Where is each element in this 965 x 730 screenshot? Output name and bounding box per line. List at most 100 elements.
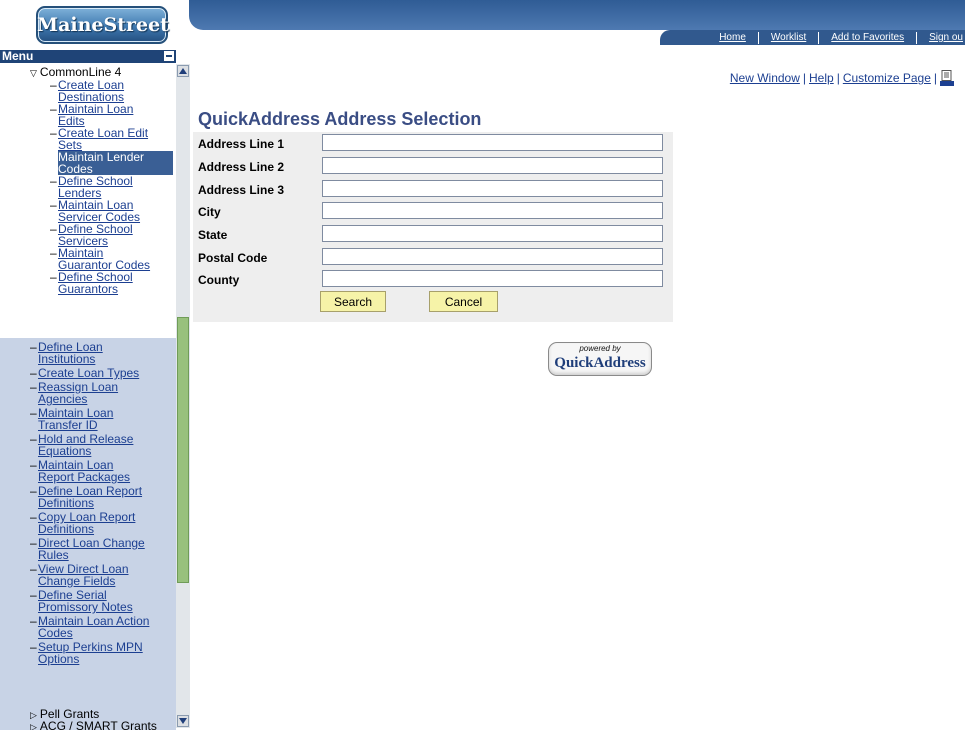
menu-item-dash: –	[30, 366, 37, 380]
menu-item-label: Definitions	[38, 496, 95, 510]
menu-item-dash: –	[50, 222, 57, 236]
menu-item-dash: –	[50, 174, 57, 188]
nav-home-link[interactable]: Home	[707, 32, 758, 43]
address-line-3-input[interactable]	[322, 180, 663, 197]
menu-item-dash: –	[30, 510, 37, 524]
form-row: Address Line 2	[193, 157, 673, 175]
menu-item[interactable]: – Reassign Loan Agencies	[30, 381, 175, 406]
menu-item[interactable]: – Define Serial Promissory Notes	[30, 589, 175, 614]
menu-folder-label: CommonLine 4	[39, 65, 122, 79]
new-window-link[interactable]: New Window	[730, 71, 800, 85]
postal-code-input[interactable]	[322, 248, 663, 265]
menu-item-dash: –	[30, 536, 37, 550]
menu-item[interactable]: – Define School Servicers	[50, 223, 173, 247]
field-label: County	[198, 273, 240, 287]
expanded-triangle-icon: ▽	[30, 68, 37, 78]
state-input[interactable]	[322, 225, 663, 242]
page-title: QuickAddress Address Selection	[198, 109, 482, 129]
menu-item-dash: –	[50, 126, 57, 140]
menu-item-label: Codes	[38, 626, 73, 640]
menu-item[interactable]: – Maintain Loan Report Packages	[30, 459, 175, 484]
scroll-down-arrow-icon[interactable]	[177, 715, 189, 727]
menu-item-label: Create Loan Types	[38, 366, 140, 380]
menu-item[interactable]: – Maintain Loan Servicer Codes	[50, 199, 173, 223]
form-row: State	[193, 225, 673, 243]
form-row: County	[193, 270, 673, 288]
menu-item[interactable]: – Maintain Guarantor Codes	[50, 247, 173, 271]
collapsed-triangle-icon: ▷	[30, 710, 37, 720]
menu-item-label: Agencies	[38, 392, 88, 406]
scroll-up-arrow-icon[interactable]	[177, 65, 189, 77]
help-link[interactable]: Help	[809, 71, 834, 85]
form-row: Postal Code	[193, 248, 673, 266]
menu-item[interactable]: – Define Loan Institutions	[30, 341, 175, 366]
menu-item-dash: –	[50, 150, 57, 164]
field-label: City	[198, 205, 221, 219]
menu-item-dash: –	[50, 246, 57, 260]
menu-item-dash: –	[30, 484, 37, 498]
menu-item-label: Definitions	[38, 522, 95, 536]
form-row: City	[193, 202, 673, 220]
address-line-1-input[interactable]	[322, 134, 663, 151]
menu-item[interactable]: – View Direct Loan Change Fields	[30, 563, 175, 588]
field-label: Postal Code	[198, 251, 268, 265]
menu-item-label: Transfer ID	[38, 418, 98, 432]
address-form: Address Line 1 Address Line 2 Address Line…	[193, 132, 673, 322]
menu-folder[interactable]: ▷ ACG / SMART Grants	[30, 720, 157, 730]
menu-item-label: Report Packages	[38, 470, 131, 484]
address-line-2-input[interactable]	[322, 157, 663, 174]
customize-page-link[interactable]: Customize Page	[843, 71, 931, 85]
menu-item-label: Promissory Notes	[38, 600, 133, 614]
powered-by-quickaddress-logo: powered by QuickAddress	[548, 342, 652, 376]
menu-item-label: Equations	[38, 444, 92, 458]
menu-item[interactable]: – Maintain Loan Transfer ID	[30, 407, 175, 432]
logo-text: MaineStreet	[37, 14, 169, 36]
menu-item[interactable]: – Maintain Lender Codes	[50, 151, 173, 175]
cancel-button[interactable]: Cancel	[429, 291, 498, 312]
menu-item-dash: –	[30, 340, 37, 354]
menu-title: Menu	[2, 50, 34, 63]
field-label: State	[198, 228, 228, 242]
menu-item-label: Options	[38, 652, 80, 666]
menu-item-label: Rules	[38, 548, 69, 562]
powered-by-text: powered by	[579, 344, 621, 353]
menu-item[interactable]: – Copy Loan Report Definitions	[30, 511, 175, 536]
menu-item-label: Institutions	[38, 352, 96, 366]
menu-item[interactable]: – Define Loan Report Definitions	[30, 485, 175, 510]
menu-item[interactable]: – Direct Loan Change Rules	[30, 537, 175, 562]
scroll-thumb[interactable]	[177, 317, 189, 583]
logo-area: MaineStreet	[0, 0, 190, 50]
collapsed-triangle-icon: ▷	[30, 722, 37, 730]
menu-scrollbar[interactable]	[176, 64, 190, 728]
header-band	[189, 0, 965, 30]
menu-item-label: Change Fields	[38, 574, 116, 588]
menu-item[interactable]: – Hold and Release Equations	[30, 433, 175, 458]
http-url-icon[interactable]	[940, 70, 954, 86]
menu-item[interactable]: – Define School Guarantors	[50, 271, 173, 296]
menu-item[interactable]: – Maintain Loan Action Codes	[30, 615, 175, 640]
menu-header: Menu	[0, 50, 176, 63]
menu-item-dash: –	[30, 458, 37, 472]
menu-item-dash: –	[50, 78, 57, 92]
menu-item-dash: –	[30, 562, 37, 576]
link-separator: |	[802, 71, 807, 85]
nav-add-to-favorites-link[interactable]: Add to Favorites	[819, 32, 916, 43]
nav-sign-out-link[interactable]: Sign ou	[917, 32, 965, 43]
menu-item[interactable]: – Create Loan Edit Sets	[50, 127, 173, 151]
menu-item[interactable]: – Define School Lenders	[50, 175, 173, 199]
menu-item-dash: –	[30, 406, 37, 420]
top-navigation: Home Worklist Add to Favorites Sign ou	[660, 30, 965, 45]
menu-item[interactable]: – Setup Perkins MPN Options	[30, 641, 175, 666]
search-button[interactable]: Search	[320, 291, 386, 312]
menu-item[interactable]: – Create Loan Destinations	[50, 79, 173, 103]
menu-item-dash: –	[30, 614, 37, 628]
nav-worklist-link[interactable]: Worklist	[759, 32, 818, 43]
menu-item-label: Guarantors	[58, 282, 119, 296]
form-row: Address Line 3	[193, 180, 673, 198]
county-input[interactable]	[322, 270, 663, 287]
menu-item[interactable]: – Create Loan Types	[30, 366, 175, 380]
menu-item[interactable]: – Maintain Loan Edits	[50, 103, 173, 127]
menu-item-dash: –	[30, 432, 37, 446]
city-input[interactable]	[322, 202, 663, 219]
menu-collapse-icon[interactable]	[164, 51, 174, 61]
